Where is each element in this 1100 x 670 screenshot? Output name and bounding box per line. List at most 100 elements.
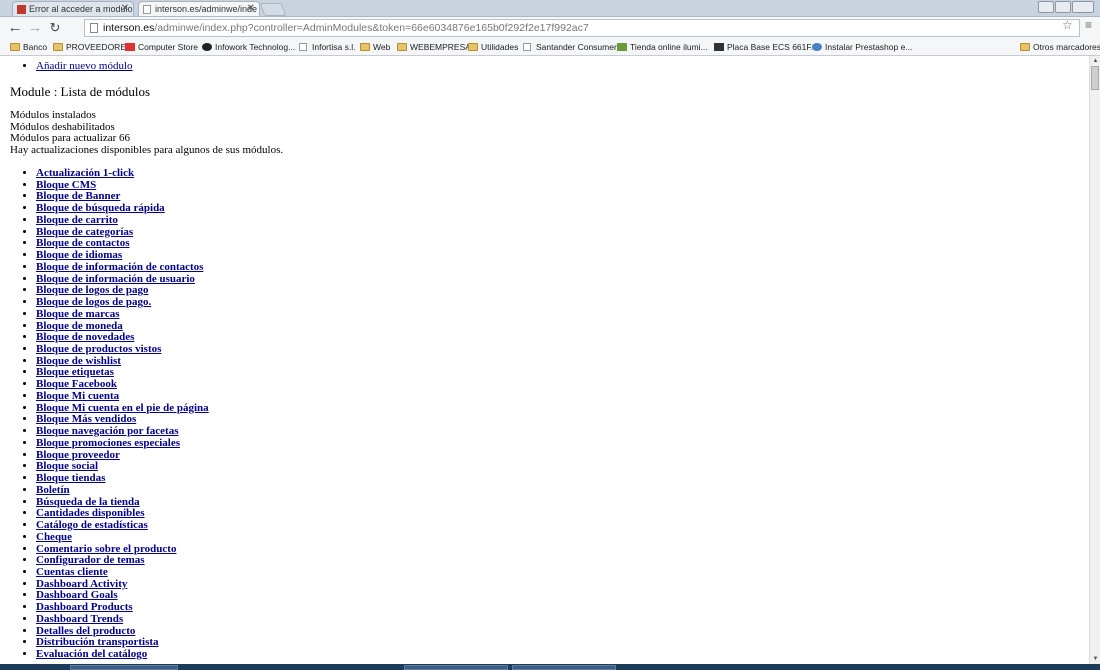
close-icon[interactable]: ✕ xyxy=(247,2,255,16)
updates-available-text: Hay actualizaciones disponibles para alg… xyxy=(10,144,284,157)
module-link[interactable]: Boletín xyxy=(36,484,70,496)
module-link[interactable]: Bloque de novedades xyxy=(36,331,134,343)
module-link[interactable]: Bloque de contactos xyxy=(36,237,130,250)
bookmark-web[interactable]: Web xyxy=(360,40,390,54)
url-text: interson.es/adminwe/index.php?controller… xyxy=(103,22,589,34)
tab-admin-modules[interactable]: interson.es/adminwe/inde ✕ xyxy=(138,1,260,16)
module-link[interactable]: Dashboard Activity xyxy=(36,578,127,590)
infowork-icon xyxy=(202,43,212,51)
browser-tabstrip: Error al acceder a modulo ✕ interson.es/… xyxy=(0,0,1100,17)
module-link[interactable]: Bloque de información de usuario xyxy=(36,273,195,285)
folder-icon xyxy=(360,43,370,51)
module-link[interactable]: Bloque de búsqueda rápida xyxy=(36,202,165,214)
module-link[interactable]: Bloque social xyxy=(36,460,98,472)
folder-icon xyxy=(1020,43,1030,51)
folder-icon xyxy=(53,43,63,51)
module-link[interactable]: Catálogo de estadísticas xyxy=(36,519,148,531)
module-link[interactable]: Configurador de temas xyxy=(36,554,145,566)
vertical-scrollbar[interactable]: ▲ ▼ xyxy=(1089,56,1100,664)
module-link[interactable]: Búsqueda de la tienda xyxy=(36,496,140,508)
tab-error-module[interactable]: Error al acceder a modulo ✕ xyxy=(12,1,134,16)
bookmark-star-icon[interactable]: ☆ xyxy=(1062,18,1073,32)
add-module-link[interactable]: Añadir nuevo módulo xyxy=(36,60,133,72)
bookmark-webempresa[interactable]: WEBEMPRESA xyxy=(397,40,471,54)
scroll-up-arrow-icon[interactable]: ▲ xyxy=(1091,57,1100,65)
module-link[interactable]: Bloque de productos vistos xyxy=(36,343,161,355)
module-link[interactable]: Bloque de moneda xyxy=(36,320,123,332)
module-link[interactable]: Bloque promociones especiales xyxy=(36,437,180,449)
bookmark-utilidades[interactable]: Utilidades xyxy=(468,40,518,54)
page-title: Module : Lista de módulos xyxy=(10,84,151,99)
window-close-button[interactable] xyxy=(1072,1,1094,13)
link-icon xyxy=(812,43,822,51)
bookmark-other[interactable]: Otros marcadores xyxy=(1020,40,1100,54)
module-link[interactable]: Bloque de logos de pago xyxy=(36,284,148,296)
os-taskbar xyxy=(0,664,1100,670)
bookmark-santander[interactable]: Santander Consumer xyxy=(523,40,617,54)
taskbar-item[interactable] xyxy=(512,665,616,670)
scroll-thumb[interactable] xyxy=(1091,66,1099,90)
module-link[interactable]: Actualización 1-click xyxy=(36,167,134,179)
bookmark-banco[interactable]: Banco xyxy=(10,40,47,54)
folder-icon xyxy=(10,43,20,51)
minimize-button[interactable] xyxy=(1038,1,1054,13)
module-link[interactable]: Dashboard Goals xyxy=(36,589,118,602)
module-link[interactable]: Bloque Mi cuenta xyxy=(36,390,119,402)
taskbar-item[interactable] xyxy=(404,665,508,670)
module-link[interactable]: Bloque navegación por facetas xyxy=(36,425,179,437)
module-link[interactable]: Cuentas cliente xyxy=(36,566,108,578)
action-list: Añadir nuevo módulo xyxy=(10,59,133,73)
list-item: Añadir nuevo módulo xyxy=(36,59,133,73)
page-favicon-icon xyxy=(143,5,151,14)
module-link[interactable]: Dashboard Products xyxy=(36,601,133,613)
page-icon xyxy=(299,43,307,51)
module-link[interactable]: Cantidades disponibles xyxy=(36,507,145,519)
maximize-button[interactable] xyxy=(1055,1,1071,13)
address-bar[interactable]: interson.es/adminwe/index.php?controller… xyxy=(84,19,1080,37)
module-status-info: Módulos instalados Módulos deshabilitado… xyxy=(10,109,284,157)
forward-arrow-icon[interactable]: → xyxy=(26,19,44,37)
module-link[interactable]: Bloque de marcas xyxy=(36,308,120,320)
module-link[interactable]: Distribución transportista xyxy=(36,636,159,649)
module-link[interactable]: Bloque de categorías xyxy=(36,226,133,238)
module-link[interactable]: Dashboard Trends xyxy=(36,613,123,625)
plant-icon xyxy=(617,43,627,51)
back-arrow-icon[interactable]: ← xyxy=(6,19,24,37)
tab-title: Error al acceder a modulo xyxy=(29,4,133,14)
bookmark-placa-base[interactable]: Placa Base ECS 661F... xyxy=(714,40,818,54)
new-tab-button[interactable] xyxy=(259,3,287,16)
module-link[interactable]: Evaluación del catálogo xyxy=(36,648,147,660)
taskbar-item[interactable] xyxy=(70,665,178,670)
bookmark-instalar-prestashop[interactable]: Instalar Prestashop e... xyxy=(812,40,912,54)
module-link[interactable]: Bloque tiendas xyxy=(36,472,105,484)
module-link[interactable]: Bloque Facebook xyxy=(36,378,117,390)
module-link[interactable]: Detalles del producto xyxy=(36,625,135,637)
chrome-menu-icon[interactable]: ≡ xyxy=(1085,18,1092,32)
folder-icon xyxy=(397,43,407,51)
module-link[interactable]: Bloque de Banner xyxy=(36,190,120,203)
module-link[interactable]: Bloque de logos de pago. xyxy=(36,296,151,308)
prestashop-favicon-icon xyxy=(17,5,26,14)
bookmark-infowork[interactable]: Infowork Technolog... xyxy=(202,40,295,54)
bookmark-infortisa[interactable]: Infortisa s.l. xyxy=(299,40,355,54)
module-link[interactable]: Bloque Más vendidos xyxy=(36,413,136,426)
module-link[interactable]: Bloque de carrito xyxy=(36,214,118,226)
module-link[interactable]: Bloque CMS xyxy=(36,179,96,191)
bookmarks-bar: Banco PROVEEDORES Computer Store Infowor… xyxy=(0,39,1100,56)
module-list: Actualización 1-clickBloque CMSBloque de… xyxy=(10,167,209,661)
reload-icon[interactable]: ↻ xyxy=(46,19,64,37)
close-icon[interactable]: ✕ xyxy=(121,2,129,16)
module-link[interactable]: Comentario sobre el producto xyxy=(36,543,176,555)
scroll-down-arrow-icon[interactable]: ▼ xyxy=(1091,655,1100,663)
bookmark-tienda-online[interactable]: Tienda online ilumi... xyxy=(617,40,708,54)
module-link[interactable]: Bloque etiquetas xyxy=(36,366,114,379)
module-link[interactable]: Bloque de idiomas xyxy=(36,249,122,261)
module-link[interactable]: Bloque de wishlist xyxy=(36,355,121,367)
module-link[interactable]: Bloque Mi cuenta en el pie de página xyxy=(36,402,209,414)
module-link[interactable]: Cheque xyxy=(36,531,72,543)
folder-icon xyxy=(468,43,478,51)
bookmark-computer-store[interactable]: Computer Store xyxy=(125,40,198,54)
bookmark-proveedores[interactable]: PROVEEDORES xyxy=(53,40,132,54)
module-link[interactable]: Bloque proveedor xyxy=(36,449,120,461)
module-link[interactable]: Bloque de información de contactos xyxy=(36,261,203,273)
